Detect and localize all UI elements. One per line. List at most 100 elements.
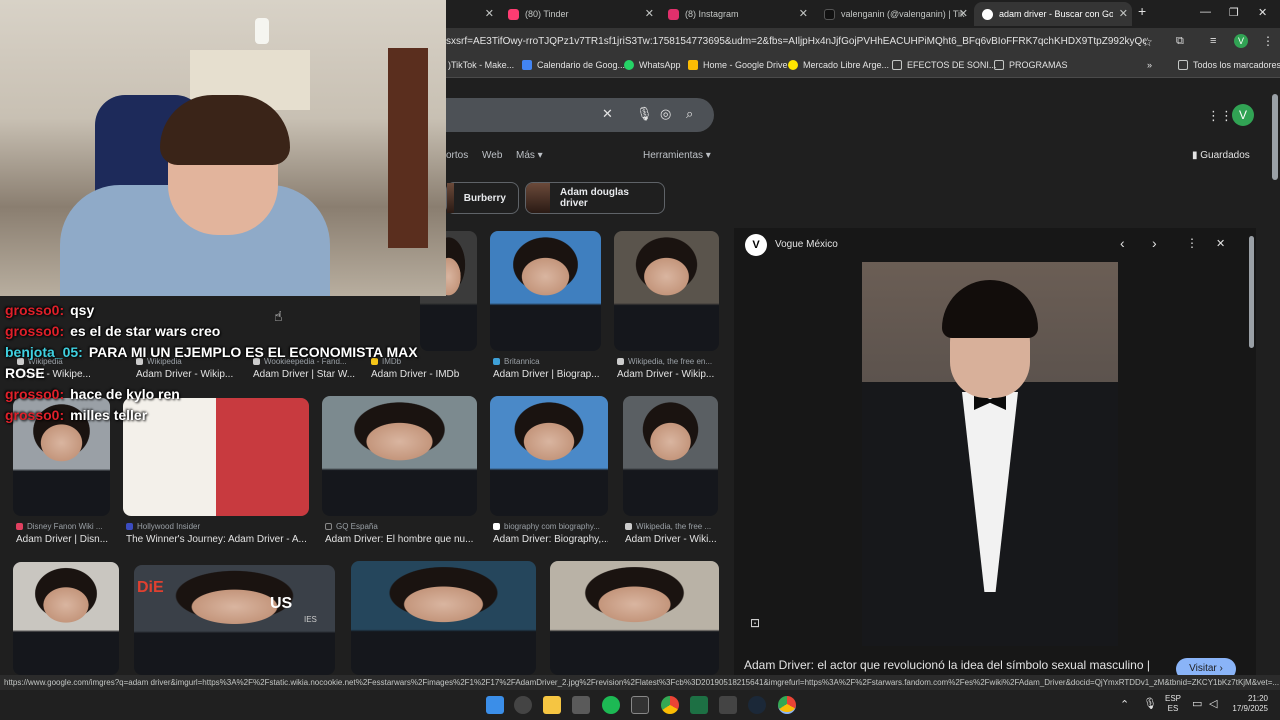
excel-icon[interactable] — [690, 696, 708, 714]
clock[interactable]: 21:20 17/9/2025 — [1230, 694, 1268, 714]
app-icon[interactable] — [631, 696, 649, 714]
bookmarks-overflow[interactable]: » — [1147, 60, 1152, 70]
media-icon[interactable]: ≡ — [1210, 35, 1216, 47]
bookmark-mercadolibre[interactable]: Mercado Libre Arge... — [788, 60, 889, 70]
page-scrollbar[interactable] — [1272, 94, 1278, 180]
store-icon[interactable] — [572, 696, 590, 714]
close-preview-icon[interactable]: ✕ — [1216, 237, 1225, 250]
close-icon[interactable]: ✕ — [485, 7, 494, 20]
result-title[interactable]: Adam Driver: El hombre que nu... — [325, 534, 475, 545]
restore-icon[interactable]: ❐ — [1229, 6, 1239, 19]
bookmark-folder-efectos[interactable]: EFECTOS DE SONI... — [892, 60, 996, 70]
clear-icon[interactable]: ✕ — [602, 106, 613, 122]
tab-tinder[interactable]: (80) Tinder ✕ — [500, 2, 658, 26]
bookmark-folder-programas[interactable]: PROGRAMAS — [994, 60, 1068, 70]
chrome-icon[interactable] — [661, 696, 679, 714]
tab-partial[interactable]: ✕ — [446, 2, 498, 26]
nav-item-more[interactable]: Más ▾ — [516, 150, 543, 161]
result-title[interactable]: Adam Driver - Wikip... — [617, 369, 719, 380]
image-result[interactable] — [490, 396, 608, 516]
chrome-active-icon[interactable] — [778, 696, 796, 714]
preview-caption[interactable]: Adam Driver: el actor que revolucionó la… — [744, 658, 1154, 672]
image-result[interactable] — [623, 396, 718, 516]
profile-avatar[interactable]: V — [1234, 34, 1248, 48]
microphone-icon[interactable]: 🎙 — [636, 106, 653, 122]
result-title[interactable]: Adam Driver - Wiki... — [625, 534, 717, 545]
folder-icon — [994, 60, 1004, 70]
result-title[interactable]: Adam Driver - Wikip... — [136, 369, 244, 380]
close-icon[interactable]: ✕ — [799, 7, 808, 20]
bookmark-tiktok[interactable]: )TikTok - Make... — [448, 60, 514, 70]
language-indicator[interactable]: ESP ES — [1165, 694, 1181, 714]
result-title[interactable]: Adam Driver | Star W... — [253, 369, 361, 380]
close-icon[interactable]: ✕ — [1119, 7, 1128, 20]
close-icon[interactable]: ✕ — [959, 7, 968, 20]
vogue-logo-icon: V — [745, 234, 767, 256]
search-input[interactable]: ✕ 🎙 ◎ ⌕ — [446, 98, 714, 132]
result-source: Hollywood Insider — [126, 522, 200, 531]
image-result[interactable] — [123, 398, 309, 516]
image-result[interactable] — [490, 231, 601, 351]
all-bookmarks[interactable]: Todos los marcadores — [1178, 60, 1280, 70]
minimize-icon[interactable]: — — [1200, 6, 1211, 18]
google-icon — [982, 8, 993, 20]
bookmark-calendar[interactable]: Calendario de Goog... — [522, 60, 625, 70]
lens-icon[interactable]: ⊡ — [750, 616, 760, 630]
nav-item-partial[interactable]: ortos — [446, 150, 468, 161]
app-icon[interactable] — [719, 696, 737, 714]
tab-tiktok[interactable]: valenganin (@valenganin) | Tik ✕ — [816, 2, 972, 26]
result-title[interactable]: Adam Driver | Disn... — [16, 534, 116, 545]
google-account-avatar[interactable]: V — [1232, 104, 1254, 126]
extensions-icon[interactable]: ⧉ — [1176, 35, 1184, 48]
saved-button[interactable]: ▮ Guardados — [1192, 150, 1250, 161]
image-result[interactable]: DiE US IES — [134, 565, 335, 675]
windows-start-icon[interactable] — [486, 696, 504, 714]
camera-search-icon[interactable]: ◎ — [660, 106, 671, 122]
image-result[interactable] — [351, 561, 536, 675]
image-result[interactable] — [13, 562, 119, 675]
result-title[interactable]: Adam Driver | Biograp... — [493, 369, 601, 380]
close-icon[interactable]: ✕ — [645, 7, 654, 20]
chip-burberry[interactable]: Burberry — [446, 182, 519, 214]
steam-icon[interactable] — [748, 696, 766, 714]
image-result[interactable] — [322, 396, 477, 516]
image-result[interactable] — [614, 231, 719, 351]
panel-scrollbar[interactable] — [1249, 236, 1254, 348]
tools-button[interactable]: Herramientas ▾ — [643, 150, 711, 161]
microphone-icon[interactable]: 🎙 — [1143, 697, 1157, 710]
bookmark-drive[interactable]: Home - Google Drive — [688, 60, 788, 70]
close-window-icon[interactable]: ✕ — [1258, 6, 1267, 19]
volume-icon[interactable]: ◁ — [1209, 697, 1217, 710]
tab-instagram[interactable]: (8) Instagram ✕ — [660, 2, 812, 26]
file-explorer-icon[interactable] — [543, 696, 561, 714]
bookmark-whatsapp[interactable]: WhatsApp — [624, 60, 681, 70]
apps-grid-icon[interactable]: ⋮⋮ — [1207, 108, 1233, 124]
tray-chevron-icon[interactable]: ⌃ — [1120, 698, 1129, 711]
mercadolibre-icon — [788, 60, 798, 70]
bookmark-star-icon[interactable]: ☆ — [1142, 35, 1153, 49]
settings-icon[interactable] — [514, 696, 532, 714]
image-result[interactable] — [550, 561, 719, 675]
next-icon[interactable]: › — [1152, 235, 1157, 251]
result-title[interactable]: Adam Driver: Biography,... — [493, 534, 608, 545]
image-overlay-text: DiE — [137, 579, 164, 596]
chip-adam-douglas-driver[interactable]: Adam douglas driver — [525, 182, 665, 214]
network-icon[interactable]: ▭ — [1192, 697, 1202, 710]
menu-icon[interactable]: ⋮ — [1262, 34, 1274, 48]
new-tab-icon[interactable]: + — [1138, 3, 1146, 19]
tab-google-search[interactable]: adam driver - Buscar con Goog ✕ — [974, 2, 1132, 26]
spotify-icon[interactable] — [602, 696, 620, 714]
result-title[interactable]: Adam Driver - IMDb — [371, 369, 481, 380]
result-source: GQ España — [325, 522, 378, 531]
result-source: Disney Fanon Wiki ... — [16, 522, 103, 531]
nav-item-web[interactable]: Web — [482, 150, 502, 161]
result-title[interactable]: The Winner's Journey: Adam Driver - A... — [126, 534, 306, 545]
hair-shape — [942, 280, 1038, 338]
search-icon[interactable]: ⌕ — [686, 106, 693, 122]
webcam-overlay — [0, 0, 446, 296]
previous-icon[interactable]: ‹ — [1120, 235, 1125, 251]
preview-image[interactable] — [862, 262, 1118, 646]
address-bar[interactable]: sxsrf=AE3TifOwy-rroTJQPz1v7TR1sf1jriS3Tw… — [446, 31, 1146, 53]
preview-source[interactable]: Vogue México — [775, 239, 838, 250]
more-options-icon[interactable]: ⋮ — [1186, 236, 1198, 250]
